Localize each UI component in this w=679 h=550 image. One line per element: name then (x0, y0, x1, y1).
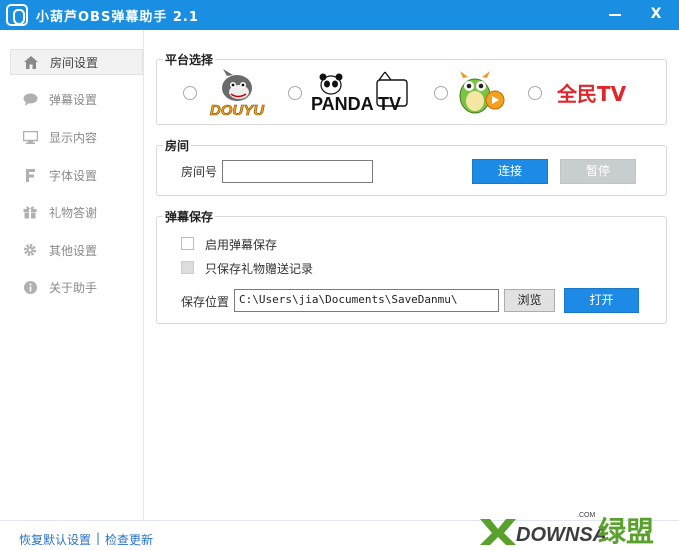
gift-icon (22, 205, 38, 219)
douyu-logo-text: DOUYU (210, 102, 265, 118)
downsa-watermark: DOWNSA .COM 绿盟 (478, 503, 674, 548)
connect-button[interactable]: 连接 (472, 159, 548, 184)
reset-defaults-link[interactable]: 恢复默认设置 (19, 531, 91, 548)
minimize-icon (609, 14, 621, 16)
open-folder-button[interactable]: 打开 (564, 288, 639, 313)
pause-button[interactable]: 暂停 (560, 159, 636, 184)
platform-radio-panda[interactable] (288, 86, 302, 100)
sidebar-item-font-settings[interactable]: 字体设置 (10, 163, 143, 189)
sidebar-item-other-settings[interactable]: 其他设置 (10, 238, 143, 264)
sidebar-item-label: 其他设置 (49, 244, 98, 258)
platform-group-title: 平台选择 (163, 51, 216, 68)
sidebar-item-label: 弹幕设置 (49, 93, 98, 107)
sidebar-item-label: 显示内容 (49, 131, 98, 145)
window-title: 小葫芦OBS弹幕助手 2.1 (36, 10, 199, 25)
sidebar-item-label: 字体设置 (49, 169, 98, 183)
watermark-text: DOWNSA (516, 524, 607, 546)
room-number-input[interactable] (222, 160, 373, 183)
sidebar-item-danmu-settings[interactable]: 弹幕设置 (10, 87, 143, 113)
sidebar-item-room-settings[interactable]: 房间设置 (10, 49, 143, 75)
sidebar-item-about[interactable]: 关于助手 (10, 275, 143, 301)
platform-selection-group: 平台选择 DOUYU PANDA TV 全民TV (156, 51, 667, 125)
info-icon (22, 280, 38, 294)
browse-button[interactable]: 浏览 (504, 289, 555, 312)
close-button[interactable]: X (639, 0, 673, 30)
enable-save-label[interactable]: 启用弹幕保存 (205, 236, 277, 253)
sidebar-item-label: 礼物答谢 (49, 206, 98, 220)
douyu-logo: DOUYU (205, 68, 269, 118)
gift-only-checkbox[interactable] (181, 261, 194, 274)
quanmin-tv-logo: 全民TV (555, 76, 641, 110)
save-group-title: 弹幕保存 (163, 208, 216, 225)
gear-icon (22, 243, 38, 257)
check-update-link[interactable]: 检查更新 (105, 531, 153, 548)
longzhu-logo (455, 68, 507, 118)
home-icon (23, 55, 39, 69)
monitor-icon (22, 130, 38, 144)
platform-radio-longzhu[interactable] (434, 86, 448, 100)
sidebar-item-display-content[interactable]: 显示内容 (10, 125, 143, 151)
watermark-com: .COM (577, 512, 595, 519)
sidebar-item-label: 房间设置 (50, 56, 99, 70)
quanmin-tv-logo-text: 全民TV (556, 82, 627, 106)
save-path-label: 保存位置 (181, 295, 230, 309)
minimize-button[interactable] (598, 0, 632, 30)
watermark-chinese: 绿盟 (598, 515, 654, 547)
gift-only-label[interactable]: 只保存礼物赠送记录 (205, 260, 313, 277)
room-group: 房间 房间号 连接 暂停 (156, 137, 667, 196)
chat-bubble-icon (22, 92, 38, 106)
panda-tv-logo: PANDA TV (309, 70, 415, 116)
danmu-save-group: 弹幕保存 启用弹幕保存 只保存礼物赠送记录 保存位置 C:\Users\jia\… (156, 208, 667, 324)
save-path-input[interactable]: C:\Users\jia\Documents\SaveDanmu\ (234, 289, 499, 312)
panda-tv-logo-text: PANDA TV (311, 94, 401, 114)
sidebar: 房间设置 弹幕设置 显示内容 字体设置 礼物答谢 其他设置 关于助手 (0, 30, 144, 520)
platform-radio-quanmin[interactable] (528, 86, 542, 100)
enable-save-checkbox[interactable] (181, 237, 194, 250)
sidebar-item-label: 关于助手 (49, 281, 98, 295)
font-icon (22, 168, 38, 182)
room-number-label: 房间号 (181, 165, 218, 179)
sidebar-item-gift-thanks[interactable]: 礼物答谢 (10, 200, 143, 226)
platform-radio-douyu[interactable] (183, 86, 197, 100)
title-bar: 小葫芦OBS弹幕助手 2.1 X (0, 0, 679, 30)
footer-separator: | (96, 531, 101, 545)
app-logo-icon (6, 4, 28, 26)
room-group-title: 房间 (163, 137, 192, 154)
